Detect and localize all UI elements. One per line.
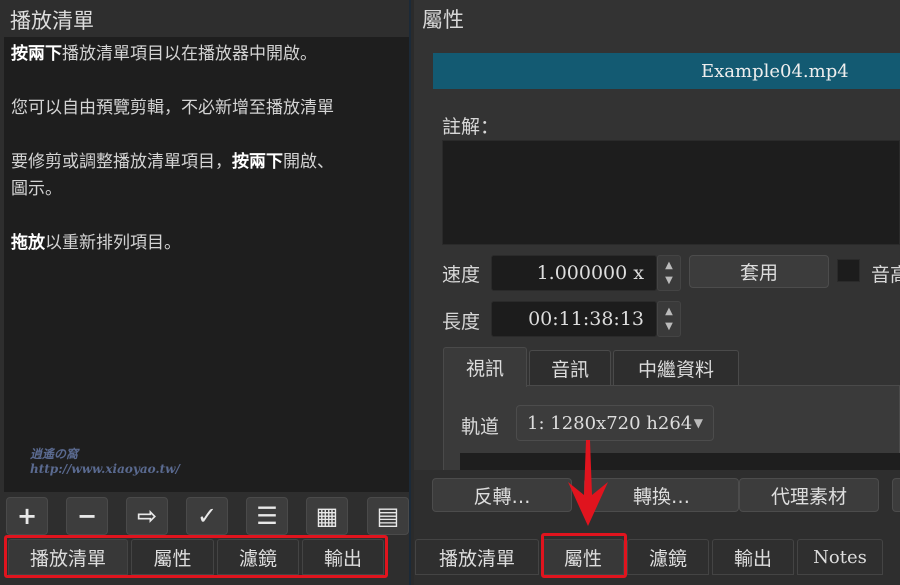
- list-view-button[interactable]: ☰: [246, 497, 288, 535]
- filename-bar: Example04.mp4: [433, 53, 900, 89]
- tab-filters[interactable]: 濾鏡: [217, 539, 299, 575]
- duration-label: 長度: [442, 311, 481, 333]
- plus-icon: +: [16, 502, 38, 530]
- help-text: 要修剪或調整播放清單項目，: [11, 152, 232, 172]
- more-button[interactable]: [892, 478, 900, 512]
- minus-icon: −: [76, 502, 98, 530]
- chevron-up-icon: ▲: [665, 260, 673, 271]
- help-text: 圖示。: [11, 179, 62, 199]
- track-label: 軌道: [461, 416, 500, 438]
- pitch-checkbox[interactable]: [837, 259, 860, 282]
- watermark-logo: 逍遙の窩 http://www.xiaoyao.tw/: [30, 447, 180, 476]
- help-text: 開啟、: [283, 152, 334, 172]
- tab-notes[interactable]: Notes: [797, 539, 883, 575]
- help-bold: 按兩下: [11, 44, 62, 64]
- reverse-button[interactable]: 反轉…: [432, 478, 572, 512]
- properties-panel: 屬性 Example04.mp4 註解： 速度 1.000000 x ▲ ▼ 套用…: [414, 0, 900, 585]
- help-text: 播放清單項目以在播放器中開啟。: [62, 44, 317, 64]
- red-arrow-icon: [568, 440, 608, 526]
- tab-export[interactable]: 輸出: [302, 539, 384, 575]
- grid-view-button[interactable]: ▦: [306, 497, 348, 535]
- speed-label: 速度: [442, 264, 481, 286]
- insert-button[interactable]: ⇨: [126, 497, 168, 535]
- help-bold: 拖放: [11, 233, 45, 253]
- help-bold: 按兩下: [232, 152, 283, 172]
- help-text: 以重新排列項目。: [45, 233, 181, 253]
- playlist-help-area[interactable]: 按兩下播放清單項目以在播放器中開啟。 您可以自由預覽剪輯，不必新增至播放清單 要…: [4, 37, 409, 492]
- chevron-down-icon: ▼: [665, 275, 673, 286]
- chevron-down-icon: ▼: [665, 321, 673, 332]
- chevron-down-icon: ▼: [693, 416, 703, 430]
- panel-title: 播放清單: [10, 9, 94, 33]
- table-view-icon: ▤: [376, 502, 400, 530]
- tab-filters[interactable]: 濾鏡: [627, 539, 709, 575]
- insert-icon: ⇨: [136, 502, 158, 530]
- speed-input[interactable]: 1.000000 x: [491, 255, 657, 291]
- update-button[interactable]: ✓: [186, 497, 228, 535]
- proxy-button[interactable]: 代理素材: [739, 478, 879, 512]
- table-view-button[interactable]: ▤: [367, 497, 409, 535]
- tab-video[interactable]: 視訊: [443, 347, 527, 387]
- comments-label: 註解：: [442, 116, 500, 138]
- chevron-up-icon: ▲: [665, 306, 673, 317]
- help-text: 您可以自由預覽剪輯，不必新增至播放清單: [11, 98, 334, 118]
- highlight-box: [541, 533, 627, 578]
- speed-spinner[interactable]: ▲ ▼: [657, 255, 681, 291]
- grid-view-icon: ▦: [315, 502, 339, 530]
- bottom-tab-bar: 播放清單 屬性 濾鏡 輸出 Notes: [415, 539, 886, 577]
- panel-title: 屬性: [422, 8, 464, 32]
- check-icon: ✓: [196, 502, 218, 530]
- tab-playlist[interactable]: 播放清單: [415, 539, 539, 575]
- apply-button[interactable]: 套用: [689, 255, 829, 288]
- tab-properties[interactable]: 屬性: [131, 539, 214, 575]
- duration-spinner[interactable]: ▲ ▼: [657, 301, 681, 337]
- add-button[interactable]: +: [6, 497, 48, 535]
- comments-textarea[interactable]: [442, 140, 900, 245]
- remove-button[interactable]: −: [66, 497, 108, 535]
- tab-playlist[interactable]: 播放清單: [8, 539, 128, 575]
- tab-audio[interactable]: 音訊: [529, 350, 611, 386]
- tab-export[interactable]: 輸出: [712, 539, 794, 575]
- playlist-panel: 播放清單 按兩下播放清單項目以在播放器中開啟。 您可以自由預覽剪輯，不必新增至播…: [0, 0, 411, 585]
- track-dropdown[interactable]: 1: 1280x720 h264 ▼: [516, 405, 714, 441]
- pitch-label: 音高: [871, 264, 900, 286]
- left-tab-bar: 播放清單 屬性 濾鏡 輸出: [8, 539, 387, 577]
- track-value: 1: 1280x720 h264: [527, 412, 693, 434]
- tab-metadata[interactable]: 中繼資料: [613, 350, 739, 386]
- duration-input[interactable]: 00:11:38:13: [491, 301, 657, 337]
- list-view-icon: ☰: [256, 502, 278, 530]
